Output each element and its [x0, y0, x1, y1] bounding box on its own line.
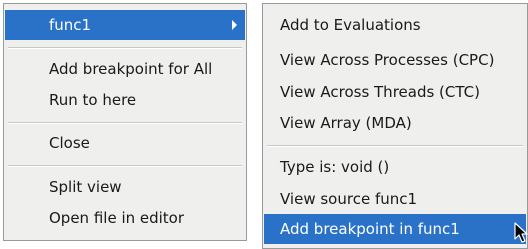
menu-separator	[8, 122, 242, 124]
menu-item-label: Add to Evaluations	[280, 16, 421, 34]
menu-item-view-across-threads[interactable]: View Across Threads (CTC)	[264, 77, 526, 107]
menu-item-label: View Across Processes (CPC)	[280, 51, 495, 69]
menu-item-close[interactable]: Close	[5, 128, 245, 158]
mouse-pointer-icon	[514, 222, 528, 243]
chevron-right-icon	[232, 20, 237, 30]
menu-item-label: Run to here	[49, 91, 137, 109]
menu-item-add-to-evaluations[interactable]: Add to Evaluations	[264, 10, 526, 40]
menu-item-view-array[interactable]: View Array (MDA)	[264, 108, 526, 138]
menu-item-label: Add breakpoint in func1	[280, 220, 460, 238]
menu-item-run-to-here[interactable]: Run to here	[5, 85, 245, 115]
submenu: Add to Evaluations View Across Processes…	[262, 3, 528, 249]
menu-item-view-across-processes[interactable]: View Across Processes (CPC)	[264, 45, 526, 75]
menu-item-add-breakpoint-in-func1[interactable]: Add breakpoint in func1	[264, 214, 526, 244]
menu-item-label: View Across Threads (CTC)	[280, 83, 480, 101]
menu-item-label: View Array (MDA)	[280, 114, 412, 132]
menu-item-label: Close	[49, 134, 90, 152]
menu-separator	[8, 165, 242, 167]
menu-item-func1[interactable]: func1	[5, 10, 245, 40]
menu-item-split-view[interactable]: Split view	[5, 172, 245, 202]
menu-item-type-is: Type is: void ()	[264, 152, 526, 182]
menu-item-open-file-in-editor[interactable]: Open file in editor	[5, 203, 245, 233]
menu-item-label: Type is: void ()	[280, 158, 390, 176]
menu-item-label: Open file in editor	[49, 209, 185, 227]
menu-item-label: View source func1	[280, 190, 418, 208]
menu-separator	[267, 145, 523, 147]
menu-item-label: Split view	[49, 178, 122, 196]
menu-item-label: func1	[49, 16, 92, 34]
menu-separator	[8, 47, 242, 49]
menu-item-label: Add breakpoint for All	[49, 60, 213, 78]
menu-item-add-breakpoint-for-all[interactable]: Add breakpoint for All	[5, 54, 245, 84]
menu-item-view-source[interactable]: View source func1	[264, 184, 526, 214]
context-menu: func1 Add breakpoint for All Run to here…	[3, 3, 247, 241]
